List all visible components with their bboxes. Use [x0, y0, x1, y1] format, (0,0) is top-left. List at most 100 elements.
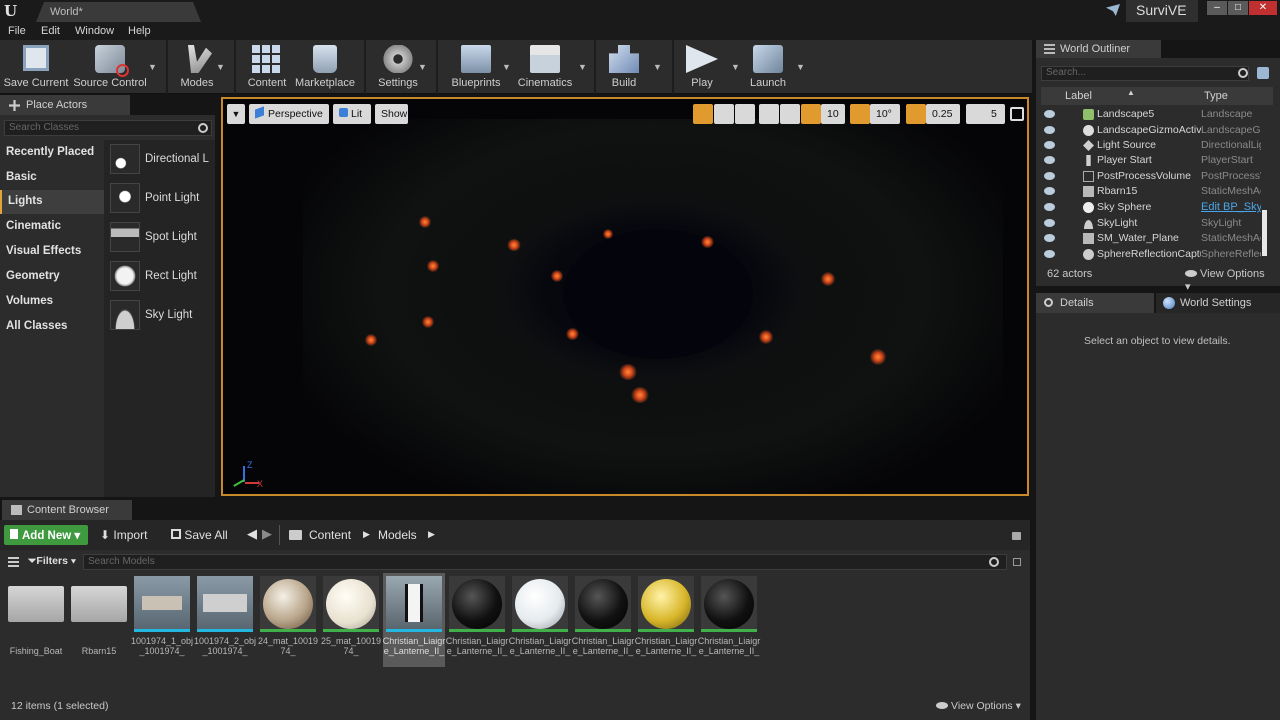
cinematics-caret[interactable]: ▼	[578, 62, 587, 72]
asset-static-mesh[interactable]: 1001974_2_obj_1001974_	[194, 576, 256, 668]
place-actors-tab[interactable]: Place Actors	[0, 95, 130, 115]
visibility-eye-icon[interactable]	[1044, 203, 1055, 211]
outliner-row[interactable]: SphereReflectionCaptureSphereReflectionC…	[1041, 247, 1273, 262]
camera-speed-value[interactable]: 5	[985, 104, 1005, 124]
modes-caret[interactable]: ▼	[216, 62, 225, 72]
category-recently-placed[interactable]: Recently Placed	[0, 141, 104, 165]
category-basic[interactable]: Basic	[0, 166, 104, 190]
visibility-eye-icon[interactable]	[1044, 250, 1055, 258]
build-button[interactable]: Build	[602, 40, 646, 94]
visibility-eye-icon[interactable]	[1044, 187, 1055, 195]
save-search-icon[interactable]	[1013, 558, 1021, 566]
save-all-button[interactable]: Save All	[171, 528, 228, 542]
lock-icon[interactable]	[1012, 532, 1021, 540]
perspective-button[interactable]: Perspective	[249, 104, 329, 124]
column-type[interactable]: Type	[1204, 90, 1228, 102]
asset-folder[interactable]: Fishing_Boat	[8, 576, 64, 668]
rotation-snap-icon[interactable]	[850, 104, 870, 124]
show-button[interactable]: Show	[375, 104, 408, 124]
close-button[interactable]: ✕	[1249, 1, 1277, 15]
play-caret[interactable]: ▼	[731, 62, 740, 72]
visibility-eye-icon[interactable]	[1044, 156, 1055, 164]
asset-material[interactable]: 25_mat_1001974_	[321, 576, 381, 668]
category-all-classes[interactable]: All Classes	[0, 315, 104, 339]
source-control-button[interactable]: Source Control	[72, 40, 148, 94]
forward-arrow-icon[interactable]: ▶	[262, 526, 272, 542]
actor-directional-light[interactable]: Directional Light	[108, 142, 212, 178]
minimize-button[interactable]: –	[1207, 1, 1227, 15]
menu-help[interactable]: Help	[128, 25, 151, 37]
source-control-caret[interactable]: ▼	[148, 62, 157, 72]
settings-button[interactable]: Settings	[372, 40, 424, 94]
rotate-tool-icon[interactable]	[714, 104, 734, 124]
outliner-row[interactable]: Light SourceDirectionalLight	[1041, 138, 1273, 153]
document-tab[interactable]: World*	[36, 2, 201, 22]
outliner-settings-icon[interactable]	[1257, 67, 1269, 79]
import-button[interactable]: ⬇ Import	[100, 528, 147, 542]
visibility-eye-icon[interactable]	[1044, 219, 1055, 227]
outliner-row[interactable]: PostProcessVolumePostProcessVolume	[1041, 169, 1273, 184]
outliner-row[interactable]: Player Start PlayerStart	[1041, 153, 1273, 168]
asset-material[interactable]: Christian_Liaigre_Lanterne_II_	[509, 576, 571, 668]
lit-button[interactable]: Lit	[333, 104, 371, 124]
surface-snap-icon[interactable]	[780, 104, 800, 124]
path-content[interactable]: Content	[309, 528, 351, 542]
actor-point-light[interactable]: Point Light	[108, 181, 212, 217]
scale-snap-icon[interactable]	[906, 104, 926, 124]
category-cinematic[interactable]: Cinematic	[0, 215, 104, 239]
scale-tool-icon[interactable]	[735, 104, 755, 124]
category-lights[interactable]: Lights	[0, 190, 104, 214]
path-models[interactable]: Models	[378, 528, 417, 542]
scale-snap-value[interactable]: 0.25	[926, 104, 960, 124]
grid-snap-value[interactable]: 10	[821, 104, 845, 124]
asset-folder[interactable]: Rbarn15	[71, 576, 127, 668]
cinematics-button[interactable]: Cinematics	[516, 40, 574, 94]
outliner-row[interactable]: SkyLight SkyLight	[1041, 216, 1273, 231]
modes-button[interactable]: Modes	[174, 40, 220, 94]
settings-caret[interactable]: ▼	[418, 62, 427, 72]
outliner-scrollbar[interactable]	[1262, 210, 1267, 256]
viewport-options-button[interactable]: ▼	[227, 104, 245, 124]
asset-material[interactable]: 24_mat_1001974_	[258, 576, 318, 668]
grid-snap-icon[interactable]	[801, 104, 821, 124]
actor-spot-light[interactable]: Spot Light	[108, 220, 212, 256]
blueprints-caret[interactable]: ▼	[502, 62, 511, 72]
search-models-input[interactable]: Search Models	[83, 554, 1007, 570]
outliner-row[interactable]: SM_Water_PlaneStaticMeshActor	[1041, 231, 1273, 246]
menu-window[interactable]: Window	[75, 25, 114, 37]
asset-material[interactable]: Christian_Liaigre_Lanterne_II_	[572, 576, 634, 668]
column-label[interactable]: Label	[1065, 90, 1092, 102]
launch-button[interactable]: Launch	[744, 40, 792, 94]
search-classes-input[interactable]: Search Classes	[4, 120, 212, 136]
edit-blueprint-link[interactable]: Edit BP_Sky_Sphere	[1201, 201, 1261, 213]
asset-material[interactable]: Christian_Liaigre_Lanterne_II_	[635, 576, 697, 668]
build-caret[interactable]: ▼	[653, 62, 662, 72]
content-browser-tab[interactable]: Content Browser	[2, 500, 132, 520]
view-options-button[interactable]: View Options ▾	[936, 700, 1021, 712]
visibility-eye-icon[interactable]	[1044, 234, 1055, 242]
path-chevron-icon[interactable]: ▶	[428, 529, 435, 540]
maximize-button[interactable]: □	[1228, 1, 1248, 15]
visibility-eye-icon[interactable]	[1044, 110, 1055, 118]
blueprints-button[interactable]: Blueprints	[448, 40, 504, 94]
content-button[interactable]: Content	[244, 40, 290, 94]
outliner-row[interactable]: Landscape5 Landscape	[1041, 107, 1273, 122]
category-geometry[interactable]: Geometry	[0, 265, 104, 289]
path-chevron-icon[interactable]: ▶	[363, 529, 370, 540]
visibility-eye-icon[interactable]	[1044, 172, 1055, 180]
feedback-icon[interactable]	[1106, 4, 1120, 16]
maximize-viewport-icon[interactable]	[1010, 107, 1024, 121]
translate-tool-icon[interactable]	[693, 104, 713, 124]
asset-static-mesh-selected[interactable]: Christian_Liaigre_Lanterne_II_	[383, 573, 445, 668]
world-settings-tab[interactable]: World Settings	[1156, 293, 1280, 313]
details-tab[interactable]: Details	[1036, 293, 1154, 313]
play-button[interactable]: Play	[680, 40, 724, 94]
marketplace-button[interactable]: Marketplace	[294, 40, 356, 94]
visibility-eye-icon[interactable]	[1044, 141, 1055, 149]
menu-file[interactable]: File	[8, 25, 26, 37]
rotation-snap-value[interactable]: 10°	[870, 104, 900, 124]
search-icon[interactable]	[198, 123, 208, 133]
save-current-button[interactable]: Save Current	[2, 40, 70, 94]
world-local-icon[interactable]	[759, 104, 779, 124]
menu-edit[interactable]: Edit	[41, 25, 60, 37]
